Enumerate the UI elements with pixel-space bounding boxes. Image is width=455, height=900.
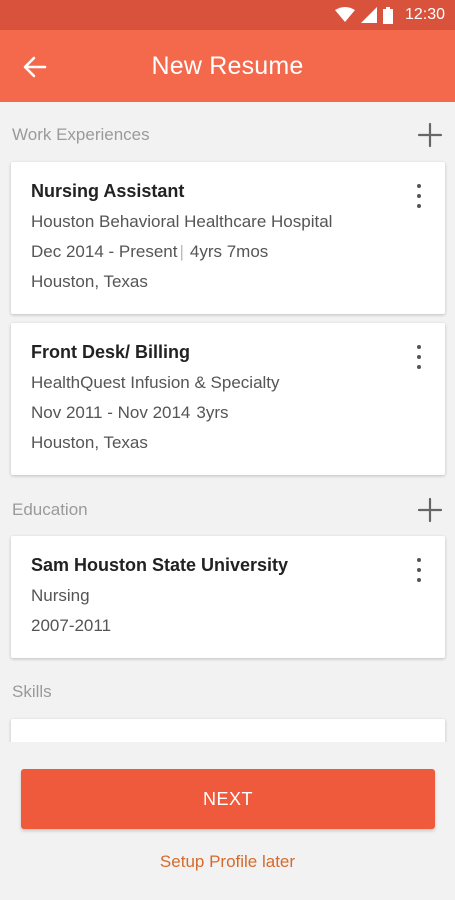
education-years: 2007-2011 bbox=[31, 616, 112, 635]
more-options-icon[interactable] bbox=[415, 345, 423, 369]
work-experience-card[interactable]: Nursing Assistant Houston Behavioral Hea… bbox=[11, 162, 445, 314]
page-title: New Resume bbox=[151, 51, 304, 80]
bottom-actions: NEXT Setup Profile later bbox=[0, 742, 455, 900]
education-header: Education bbox=[12, 495, 443, 525]
company-name: HealthQuest Infusion & Specialty bbox=[31, 373, 280, 392]
job-location: Houston, Texas bbox=[31, 272, 148, 291]
job-dates-row: Dec 2014 - Present | 4yrs 7mos bbox=[31, 241, 425, 263]
more-options-icon[interactable] bbox=[415, 558, 423, 582]
work-experience-card[interactable]: Front Desk/ Billing HealthQuest Infusion… bbox=[11, 323, 445, 475]
job-title: Nursing Assistant bbox=[31, 181, 185, 201]
back-arrow-icon[interactable] bbox=[20, 52, 50, 82]
next-button[interactable]: NEXT bbox=[21, 769, 435, 829]
work-experiences-header: Work Experiences bbox=[12, 120, 443, 150]
resume-content[interactable]: Work Experiences Nursing Assistant Houst… bbox=[0, 102, 455, 742]
skills-card[interactable] bbox=[11, 719, 445, 742]
setup-profile-later-link[interactable]: Setup Profile later bbox=[0, 852, 455, 872]
job-location: Houston, Texas bbox=[31, 433, 148, 452]
battery-icon bbox=[382, 6, 393, 24]
signal-icon bbox=[360, 7, 377, 23]
job-dates: Dec 2014 - Present bbox=[31, 242, 178, 261]
job-dates: Nov 2011 - Nov 2014 bbox=[31, 403, 191, 422]
more-options-icon[interactable] bbox=[415, 184, 423, 208]
skills-header: Skills bbox=[12, 677, 443, 707]
app-bar: New Resume bbox=[0, 30, 455, 102]
company-name: Houston Behavioral Healthcare Hospital bbox=[31, 212, 333, 231]
skills-label: Skills bbox=[12, 682, 52, 701]
field-of-study: Nursing bbox=[31, 586, 90, 605]
job-duration: 4yrs 7mos bbox=[189, 242, 269, 261]
add-education-icon[interactable] bbox=[417, 497, 443, 523]
job-title: Front Desk/ Billing bbox=[31, 342, 191, 362]
add-work-experience-icon[interactable] bbox=[417, 122, 443, 148]
education-label: Education bbox=[12, 500, 88, 519]
job-dates-row: Nov 2011 - Nov 2014 3yrs bbox=[31, 402, 425, 424]
status-time: 12:30 bbox=[404, 6, 445, 23]
work-experiences-label: Work Experiences bbox=[12, 125, 150, 144]
job-duration: 3yrs bbox=[196, 403, 229, 422]
wifi-icon bbox=[334, 7, 355, 22]
school-name: Sam Houston State University bbox=[31, 555, 289, 575]
education-card[interactable]: Sam Houston State University Nursing 200… bbox=[11, 536, 445, 658]
status-bar: 12:30 bbox=[0, 0, 455, 30]
divider: | bbox=[179, 242, 184, 261]
